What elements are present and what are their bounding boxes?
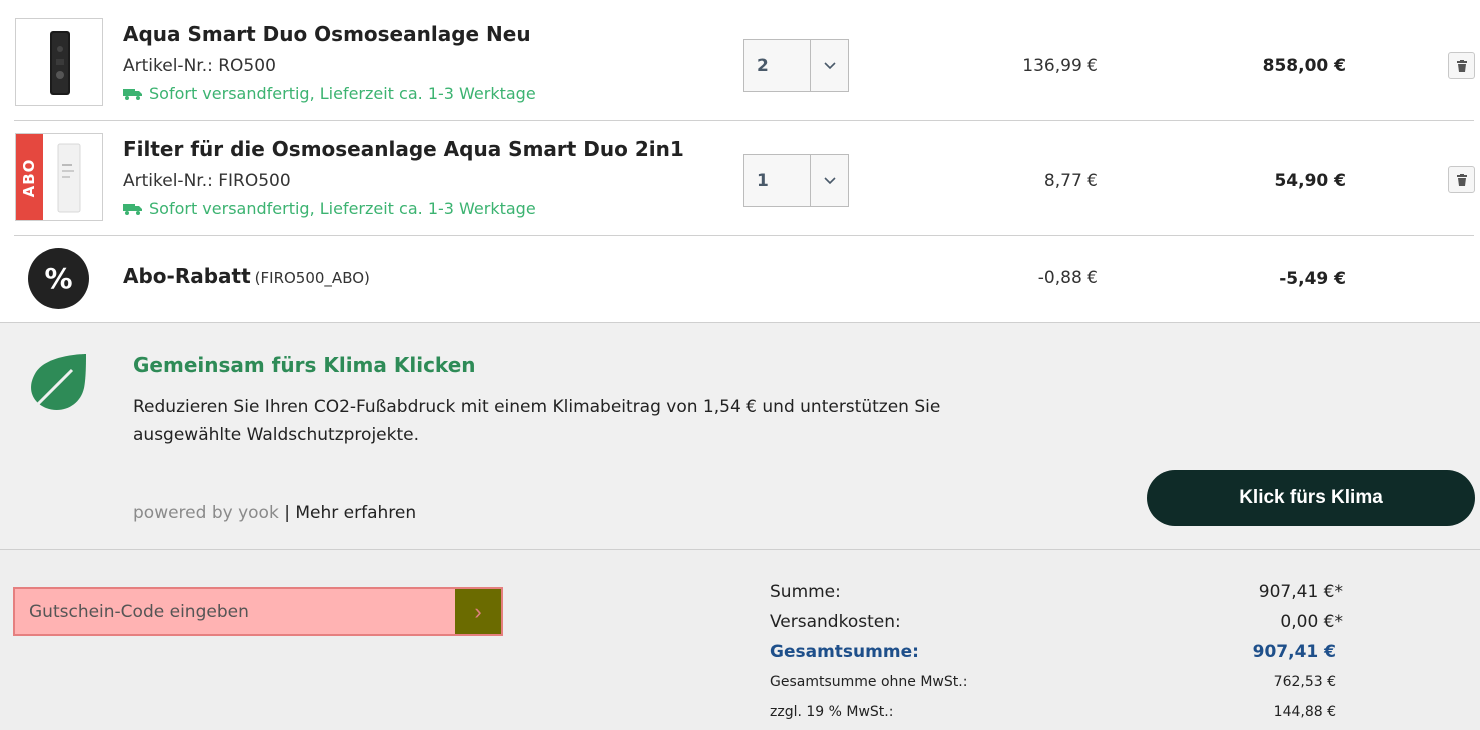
chevron-right-icon: › — [474, 598, 482, 624]
quantity-value: 2 — [757, 56, 769, 76]
unit-price: 8,77 € — [1043, 171, 1098, 191]
klima-footer: powered by yook | Mehr erfahren — [133, 503, 416, 523]
row-divider — [14, 235, 1474, 236]
vat-value: 144,88 € — [1273, 704, 1336, 720]
klima-panel: Gemeinsam fürs Klima Klicken Reduzieren … — [0, 322, 1480, 550]
product-article-number: Artikel-Nr.: RO500 — [123, 56, 276, 76]
leaf-icon — [31, 354, 86, 410]
discount-code: (FIRO500_ABO) — [254, 269, 370, 287]
discount-total: -5,49 € — [1279, 269, 1346, 289]
subtotal-value: 907,41 €* — [1258, 582, 1343, 602]
coupon-submit-button[interactable]: › — [455, 589, 501, 634]
cart-item-1: Aqua Smart Duo Osmoseanlage Neu Artikel-… — [0, 0, 1480, 120]
percent-icon: % — [28, 248, 89, 309]
shipping-status: Sofort versandfertig, Lieferzeit ca. 1-3… — [123, 84, 536, 103]
trash-icon — [1456, 59, 1467, 72]
product-title[interactable]: Aqua Smart Duo Osmoseanlage Neu — [123, 22, 531, 46]
quantity-select[interactable]: 1 — [743, 154, 849, 207]
truck-icon — [123, 88, 142, 100]
remove-item-button[interactable] — [1448, 52, 1475, 79]
remove-item-button[interactable] — [1448, 166, 1475, 193]
shipping-text: Sofort versandfertig, Lieferzeit ca. 1-3… — [149, 84, 536, 103]
shipping-cost-value: 0,00 €* — [1280, 612, 1343, 632]
more-info-link[interactable]: Mehr erfahren — [295, 503, 416, 523]
subtotal-label: Summe: — [770, 582, 841, 602]
product-image[interactable]: ABO — [15, 133, 103, 221]
grand-total-label: Gesamtsumme: — [770, 642, 919, 662]
quantity-value: 1 — [757, 171, 769, 191]
shipping-status: Sofort versandfertig, Lieferzeit ca. 1-3… — [123, 199, 536, 218]
discount-unit-price: -0,88 € — [1037, 268, 1098, 288]
footer-separator: | — [284, 503, 290, 523]
product-title[interactable]: Filter für die Osmoseanlage Aqua Smart D… — [123, 137, 684, 161]
grand-total-value: 907,41 € — [1252, 642, 1336, 662]
line-total: 858,00 € — [1262, 56, 1346, 76]
checkout-summary-area: › Summe: 907,41 €* Versandkosten: 0,00 €… — [0, 550, 1480, 730]
coupon-input[interactable] — [15, 589, 455, 634]
quantity-select[interactable]: 2 — [743, 39, 849, 92]
net-total-value: 762,53 € — [1273, 674, 1336, 690]
cart-item-2: ABO Filter für die Osmoseanlage Aqua Sma… — [0, 121, 1480, 235]
line-total: 54,90 € — [1274, 171, 1346, 191]
klima-description: Reduzieren Sie Ihren CO2-Fußabdruck mit … — [133, 397, 941, 445]
coupon-form: › — [13, 587, 503, 636]
product-image[interactable] — [15, 18, 103, 106]
net-total-label: Gesamtsumme ohne MwSt.: — [770, 674, 968, 690]
shipping-text: Sofort versandfertig, Lieferzeit ca. 1-3… — [149, 199, 536, 218]
trash-icon — [1456, 173, 1467, 186]
chevron-down-icon[interactable] — [810, 155, 850, 206]
product-article-number: Artikel-Nr.: FIRO500 — [123, 171, 291, 191]
product-image-osmose — [50, 31, 70, 95]
unit-price: 136,99 € — [1022, 56, 1098, 76]
chevron-down-icon[interactable] — [810, 40, 850, 91]
abo-badge-label: ABO — [20, 158, 38, 198]
powered-by-label: powered by yook — [133, 503, 279, 523]
discount-label: Abo-Rabatt (FIRO500_ABO) — [123, 264, 370, 288]
discount-title: Abo-Rabatt — [123, 264, 251, 288]
shipping-cost-label: Versandkosten: — [770, 612, 901, 632]
klima-title: Gemeinsam fürs Klima Klicken — [133, 353, 476, 377]
truck-icon — [123, 203, 142, 215]
vat-label: zzgl. 19 % MwSt.: — [770, 704, 894, 720]
abo-badge: ABO — [16, 134, 43, 220]
klima-button[interactable]: Klick fürs Klima — [1147, 470, 1475, 526]
